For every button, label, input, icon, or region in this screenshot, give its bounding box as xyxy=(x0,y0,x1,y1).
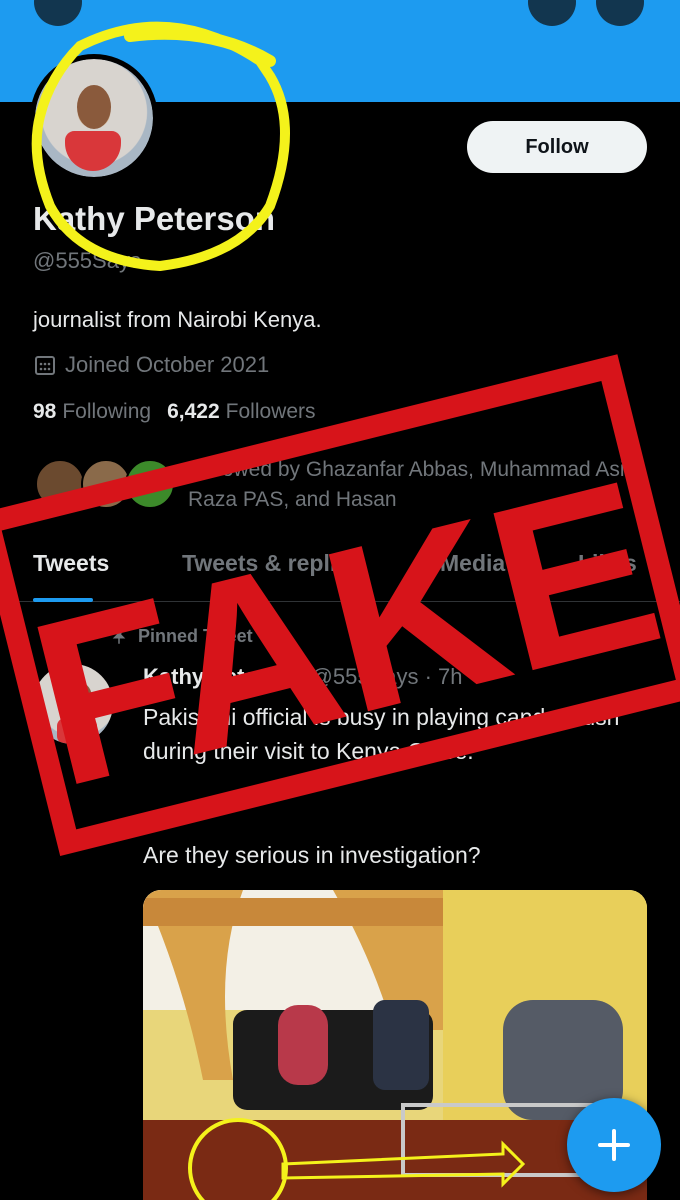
tab-tweets-replies[interactable]: Tweets & replies xyxy=(182,550,362,577)
tweet-header: Kathy Peterson @555Says · 7h xyxy=(143,664,463,690)
follower-avatar xyxy=(125,459,175,509)
tweet-avatar[interactable] xyxy=(33,664,113,744)
tab-tweets[interactable]: Tweets xyxy=(33,550,109,577)
tweet-meta: @555Says · 7h xyxy=(310,664,463,689)
tab-media[interactable]: Media xyxy=(440,550,505,577)
compose-button[interactable] xyxy=(567,1098,661,1192)
profile-name: Kathy Peterson xyxy=(33,200,276,237)
follow-stats: 98 Following 6,422 Followers xyxy=(33,400,316,424)
joined-text: Joined October 2021 xyxy=(65,352,270,377)
profile-tabs: Tweets Tweets & replies Media Likes xyxy=(0,540,680,602)
calendar-icon xyxy=(35,356,55,375)
compose-plus-icon xyxy=(598,1129,630,1161)
profile-bio: journalist from Nairobi Kenya. xyxy=(33,307,322,332)
tab-likes[interactable]: Likes xyxy=(578,550,637,577)
active-tab-indicator xyxy=(33,598,93,602)
profile-handle: @555Says xyxy=(33,248,141,273)
pinned-label: Pinned Tweet xyxy=(138,626,253,646)
follow-button[interactable]: Follow xyxy=(467,121,647,173)
pin-icon xyxy=(112,629,126,644)
followed-by-text: Followed by Ghazanfar Abbas, Muhammad As… xyxy=(188,458,631,511)
followers-link[interactable]: 6,422 Followers xyxy=(167,400,315,424)
tweet-author[interactable]: Kathy Peterson xyxy=(143,664,304,689)
profile-avatar[interactable] xyxy=(30,54,158,182)
tweet-text: Pakistani official is busy in playing ca… xyxy=(143,704,620,764)
follower-avatar xyxy=(35,459,85,509)
joined-date: Joined October 2021 xyxy=(33,352,269,378)
pinned-indicator: Pinned Tweet xyxy=(110,626,253,647)
tweet-text-question: Are they serious in investigation? xyxy=(143,842,481,868)
followed-by[interactable]: Followed by Ghazanfar Abbas, Muhammad As… xyxy=(33,455,673,515)
following-link[interactable]: 98 Following xyxy=(33,400,151,424)
follower-avatar xyxy=(81,459,131,509)
